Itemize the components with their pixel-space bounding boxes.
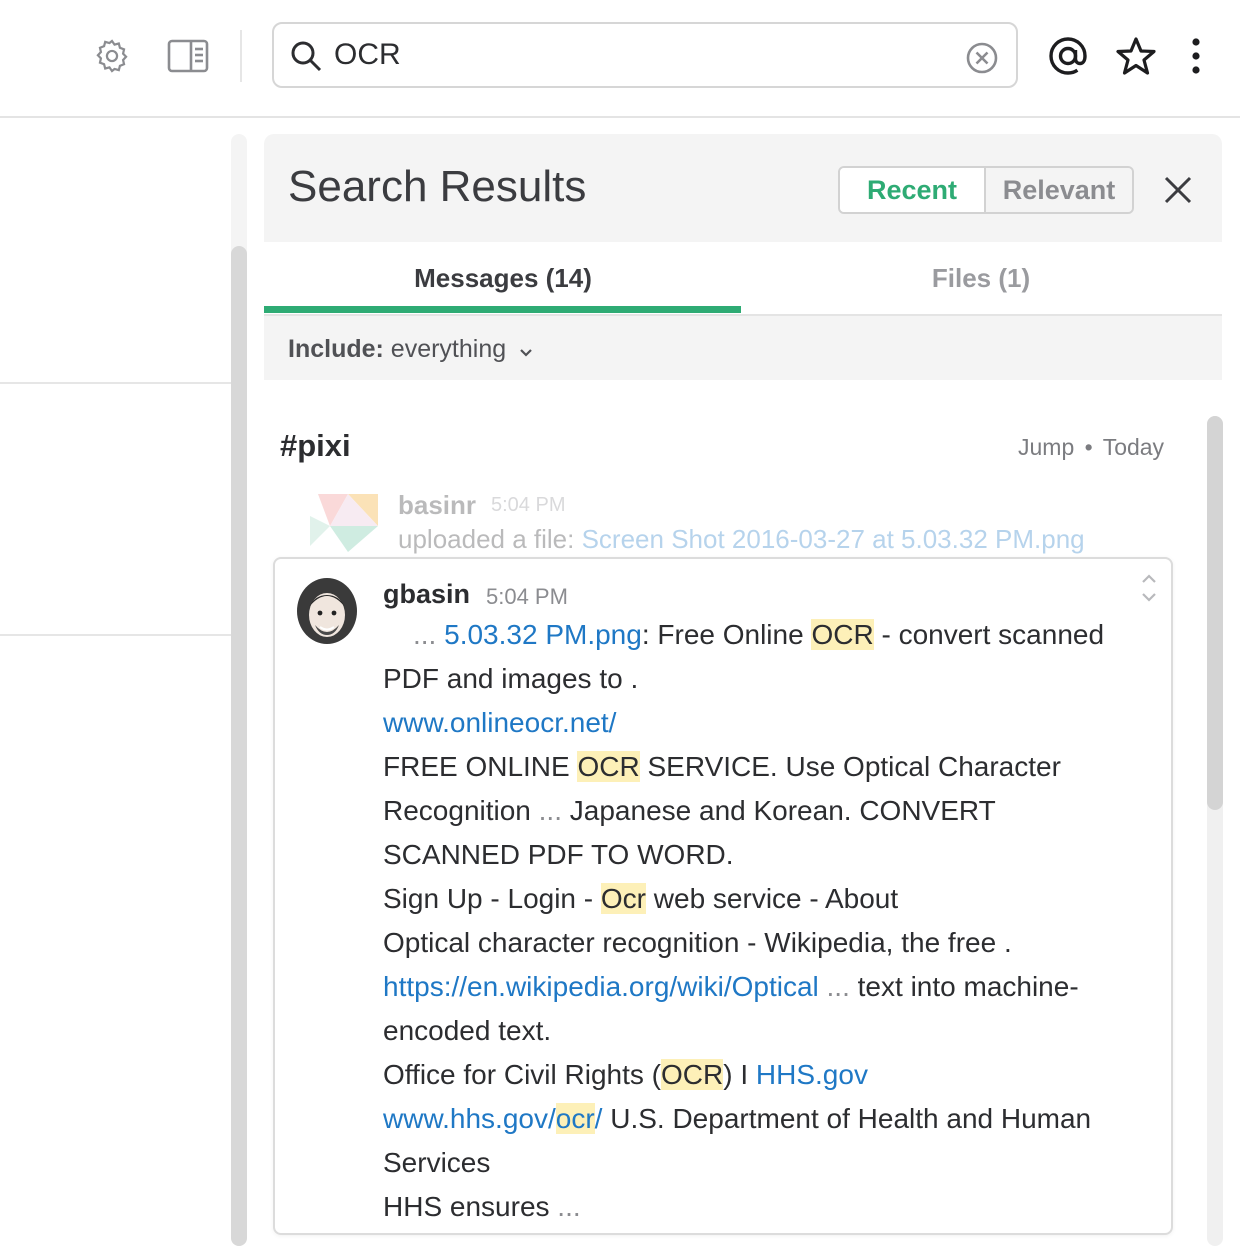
more-vertical-icon[interactable] xyxy=(1184,36,1208,76)
search-input[interactable]: OCR xyxy=(272,22,1018,88)
tab-files[interactable]: Files (1) xyxy=(742,242,1220,314)
message-timestamp: 5:04 PM xyxy=(491,494,566,516)
include-value: everything xyxy=(390,335,507,363)
message-text: uploaded a file: Screen Shot 2016-03-27 … xyxy=(398,524,1085,555)
message-line: ... 5.03.32 PM.png: Free Online OCR - co… xyxy=(383,613,1163,657)
message-line: Recognition ... Japanese and Korean. CON… xyxy=(383,789,1163,833)
message-line: HHS ensures ... xyxy=(383,1185,1163,1229)
sort-toggle: Recent Relevant xyxy=(838,166,1134,214)
search-icon xyxy=(288,38,324,74)
results-scrollbar-thumb[interactable] xyxy=(1207,416,1223,810)
top-bar: OCR xyxy=(0,0,1240,118)
context-message: basinr 5:04 PM uploaded a file: Screen S… xyxy=(308,484,1188,556)
include-label: Include: xyxy=(288,335,384,363)
message-line: FREE ONLINE OCR SERVICE. Use Optical Cha… xyxy=(383,745,1163,789)
ellipsis: ... xyxy=(413,619,437,650)
search-query-text[interactable]: OCR xyxy=(334,38,401,72)
toolbar-divider xyxy=(240,30,242,82)
file-thumbnail xyxy=(308,486,380,554)
jump-link[interactable]: Jump xyxy=(1018,434,1074,460)
text-span: FREE ONLINE xyxy=(383,751,578,782)
text-span: Japanese and Korean. CONVERT xyxy=(562,795,996,826)
ellipsis: ... xyxy=(818,971,850,1002)
url-link[interactable]: www.hhs.gov/ xyxy=(383,1103,556,1134)
sort-relevant-button[interactable]: Relevant xyxy=(986,168,1132,212)
text-span: : Free Online xyxy=(641,619,812,650)
text-span: SERVICE. Use Optical Character xyxy=(639,751,1061,782)
message-body: ... 5.03.32 PM.png: Free Online OCR - co… xyxy=(383,613,1163,1229)
text-span: web service - About xyxy=(646,883,899,914)
text-span: text into machine- xyxy=(849,971,1079,1002)
updown-arrows-icon[interactable] xyxy=(1139,571,1159,605)
message-line: SCANNED PDF TO WORD. xyxy=(383,839,734,870)
message-line: PDF and images to . xyxy=(383,663,639,694)
highlight-match: OCR xyxy=(661,1059,724,1090)
text-span: ) I xyxy=(723,1059,756,1090)
chevron-down-icon xyxy=(519,336,533,365)
message-line: www.hhs.gov/ocr/ U.S. Department of Heal… xyxy=(383,1097,1163,1141)
text-span: HHS ensures xyxy=(383,1191,558,1222)
message-line: www.onlineocr.net/ xyxy=(383,701,1163,745)
message-username[interactable]: gbasin xyxy=(383,579,470,610)
search-result-card[interactable]: gbasin 5:04 PM ... 5.03.32 PM.png: Free … xyxy=(273,557,1173,1235)
message-prefix: uploaded a file: xyxy=(398,524,582,554)
message-line: https://en.wikipedia.org/wiki/Optical ..… xyxy=(383,965,1163,1009)
ellipsis: ... xyxy=(557,1191,581,1222)
separator-dot: • xyxy=(1084,434,1093,460)
message-line: Optical character recognition - Wikipedi… xyxy=(383,927,1012,958)
message-username[interactable]: basinr xyxy=(398,490,476,521)
highlight-match: OCR xyxy=(577,751,640,782)
sidebar-toggle-icon[interactable] xyxy=(166,36,210,76)
url-link[interactable]: HHS.gov xyxy=(756,1059,868,1090)
ellipsis: ... xyxy=(538,795,562,826)
results-tabs: Messages (14) Files (1) xyxy=(264,242,1222,316)
clear-icon[interactable] xyxy=(964,40,1000,76)
active-tab-indicator xyxy=(264,306,741,313)
panel-title: Search Results xyxy=(288,162,587,211)
text-span: U.S. Department of Health and Human xyxy=(602,1103,1092,1134)
include-filter-dropdown[interactable]: Include: everything xyxy=(288,335,533,365)
text-span: Office for Civil Rights ( xyxy=(383,1059,661,1090)
include-filter-bar: Include: everything xyxy=(264,316,1222,380)
date-label: Today xyxy=(1102,434,1165,460)
tab-messages[interactable]: Messages (14) xyxy=(264,242,742,314)
url-link[interactable]: https://en.wikipedia.org/wiki/Optical xyxy=(383,971,819,1002)
highlight-match: OCR xyxy=(811,619,874,650)
channel-name[interactable]: #pixi xyxy=(280,428,351,464)
message-line: encoded text. xyxy=(383,1015,552,1046)
message-line: Sign Up - Login - Ocr web service - Abou… xyxy=(383,877,1163,921)
mention-icon[interactable] xyxy=(1046,34,1090,78)
search-panel-header: Search Results Recent Relevant xyxy=(264,134,1222,242)
message-line: Office for Civil Rights (OCR) I HHS.gov xyxy=(383,1053,1163,1097)
gear-icon[interactable] xyxy=(92,36,132,76)
message-timestamp: 5:04 PM xyxy=(486,584,568,609)
message-line: Services xyxy=(383,1147,491,1178)
left-divider xyxy=(0,634,232,636)
text-span: Sign Up - Login - xyxy=(383,883,601,914)
left-scrollbar-thumb[interactable] xyxy=(231,246,247,1246)
file-link[interactable]: 5.03.32 PM.png xyxy=(444,619,642,650)
sort-recent-button[interactable]: Recent xyxy=(840,168,986,212)
text-span: - convert scanned xyxy=(873,619,1105,650)
star-icon[interactable] xyxy=(1114,34,1158,78)
file-link[interactable]: Screen Shot 2016-03-27 at 5.03.32 PM.png xyxy=(582,524,1085,554)
avatar[interactable] xyxy=(293,577,361,649)
close-icon[interactable] xyxy=(1162,174,1194,206)
left-divider xyxy=(0,382,232,384)
jump-today: Jump • Today xyxy=(1018,434,1164,461)
text-span: Recognition xyxy=(383,795,539,826)
url-link[interactable]: www.onlineocr.net/ xyxy=(383,707,616,738)
highlight-match[interactable]: ocr xyxy=(555,1103,595,1134)
highlight-match: Ocr xyxy=(600,883,646,914)
